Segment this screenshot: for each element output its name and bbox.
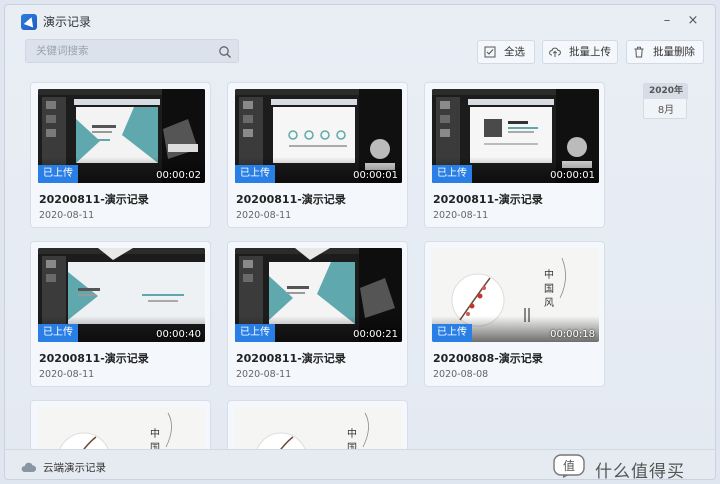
cloud-upload-icon (549, 47, 561, 57)
bulk-upload-button[interactable]: 批量上传 (542, 40, 618, 64)
record-thumbnail[interactable]: 已上传 00:00:02 (38, 89, 205, 183)
duration-label: 00:00:18 (550, 329, 595, 340)
uploaded-badge: 已上传 (235, 165, 275, 183)
duration-label: 00:00:01 (353, 170, 398, 181)
record-thumbnail[interactable]: 已上传 00:00:21 (235, 248, 402, 342)
duration-label: 00:00:40 (156, 329, 201, 340)
chinese-title-3: 风 (544, 297, 554, 309)
title-bar: 演示记录 – × (5, 5, 715, 37)
record-card[interactable]: 已上传 00:00:01 20200811-演示记录 2020-08-11 (424, 82, 605, 228)
search-input[interactable] (36, 43, 206, 59)
duration-label: 00:00:02 (156, 170, 201, 181)
date-marker[interactable]: 2020年 8月 (643, 83, 688, 119)
record-title: 20200811-演示记录 (236, 352, 346, 365)
uploaded-badge: 已上传 (235, 324, 275, 342)
checkbox-icon (484, 46, 496, 58)
cloud-icon (21, 462, 37, 472)
record-thumbnail[interactable]: 已上传 00:00:40 (38, 248, 205, 342)
record-title: 20200811-演示记录 (433, 193, 543, 206)
record-card[interactable]: 中 国 风 已上传 00:00:18 20200808-演示记录 2020-08… (424, 241, 605, 387)
record-date: 2020-08-08 (433, 369, 489, 380)
search-box[interactable] (25, 39, 239, 63)
minimize-button[interactable]: – (657, 11, 677, 31)
chinese-title-1: 中 (150, 427, 160, 440)
close-button[interactable]: × (683, 11, 703, 31)
date-year: 2020年 (644, 84, 688, 99)
trash-icon (634, 46, 644, 58)
record-card[interactable]: 已上传 00:00:40 20200811-演示记录 2020-08-11 (30, 241, 211, 387)
record-date: 2020-08-11 (236, 369, 292, 380)
uploaded-badge: 已上传 (432, 324, 472, 342)
chinese-title-1: 中 (347, 427, 357, 440)
chinese-title-2: 国 (544, 283, 554, 295)
uploaded-badge: 已上传 (38, 165, 78, 183)
bulk-delete-label: 批量删除 (653, 46, 695, 58)
select-all-button[interactable]: 全选 (477, 40, 535, 64)
record-title: 20200811-演示记录 (236, 193, 346, 206)
watermark: 值 什么值得买 (553, 454, 713, 480)
record-card[interactable]: 已上传 00:00:02 20200811-演示记录 2020-08-11 (30, 82, 211, 228)
window-title: 演示记录 (43, 15, 92, 29)
watermark-logo-icon: 值 (553, 454, 585, 478)
record-title: 20200811-演示记录 (39, 193, 149, 206)
cloud-records-link[interactable]: 云端演示记录 (43, 460, 106, 475)
record-card[interactable]: 已上传 00:00:21 20200811-演示记录 2020-08-11 (227, 241, 408, 387)
chinese-title-1: 中 (544, 268, 554, 281)
record-date: 2020-08-11 (39, 369, 95, 380)
date-month: 8月 (657, 105, 675, 116)
bulk-upload-label: 批量上传 (569, 46, 611, 58)
record-thumbnail[interactable]: 中 国 风 已上传 00:00:18 (432, 248, 599, 342)
record-title: 20200811-演示记录 (39, 352, 149, 365)
record-card[interactable]: 已上传 00:00:01 20200811-演示记录 2020-08-11 (227, 82, 408, 228)
app-logo-icon (21, 14, 37, 30)
status-bar: 云端演示记录 值 什么值得买 (5, 449, 715, 480)
app-window: 演示记录 – × 全选 批量上传 批量删除 (4, 4, 716, 480)
watermark-logo-text: 值 (563, 458, 575, 473)
uploaded-badge: 已上传 (38, 324, 78, 342)
record-thumbnail[interactable]: 已上传 00:00:01 (432, 89, 599, 183)
bulk-delete-button[interactable]: 批量删除 (626, 40, 704, 64)
duration-label: 00:00:21 (353, 329, 398, 340)
record-title: 20200808-演示记录 (433, 352, 543, 365)
duration-label: 00:00:01 (550, 170, 595, 181)
record-date: 2020-08-11 (433, 210, 489, 221)
uploaded-badge: 已上传 (432, 165, 472, 183)
record-thumbnail[interactable]: 已上传 00:00:01 (235, 89, 402, 183)
record-date: 2020-08-11 (236, 210, 292, 221)
watermark-text: 什么值得买 (595, 462, 685, 480)
select-all-label: 全选 (504, 46, 525, 58)
record-date: 2020-08-11 (39, 210, 95, 221)
search-icon[interactable] (218, 45, 232, 59)
